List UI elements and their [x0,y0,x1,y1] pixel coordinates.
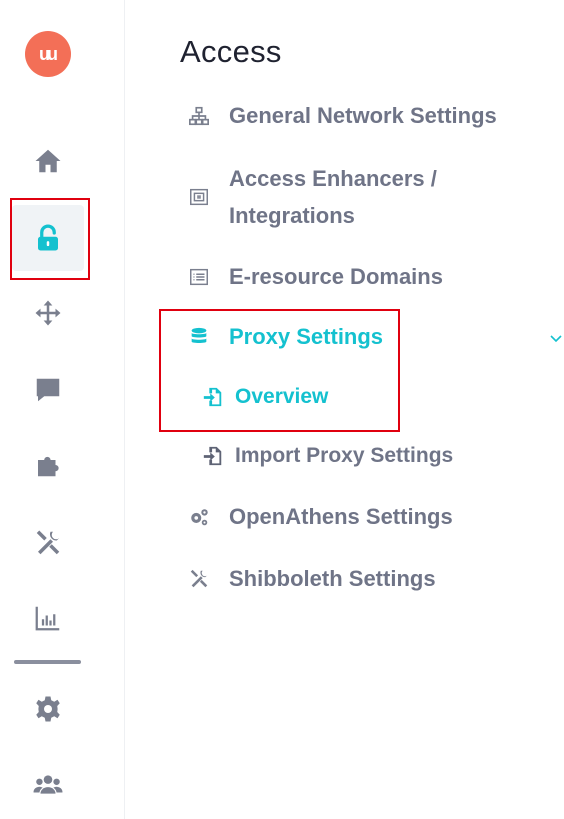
menu-label: E-resource Domains [229,264,443,289]
menu-label: Proxy Settings [229,324,384,349]
puzzle-icon [38,456,59,477]
menu-proxy-settings[interactable]: Proxy Settings [186,318,383,355]
submenu-overview[interactable]: Overview [200,378,328,415]
rail-home-button[interactable] [12,128,84,194]
rail-settings-button[interactable] [12,676,84,742]
menu-label: Access Enhancers / Integrations [229,166,437,228]
rail-analytics-button[interactable] [12,585,84,651]
database-icon [186,324,212,350]
menu-label: Overview [235,385,329,408]
menu-access-enhancers[interactable]: Access Enhancers / Integrations [186,160,479,234]
network-icon [186,103,212,129]
menu-label: Import Proxy Settings [235,444,454,467]
bar-chart-icon [35,606,60,631]
tools-icon [186,566,212,592]
move-arrows-icon [35,300,61,326]
menu-label: General Network Settings [229,103,497,128]
home-icon [35,149,61,173]
rail-users-button[interactable] [12,752,84,818]
menu-eresource-domains[interactable]: E-resource Domains [186,258,443,295]
lock-open-icon [38,224,58,251]
integration-frame-icon [186,184,212,210]
users-icon [33,775,63,794]
app-logo[interactable]: uu [25,31,71,77]
chevron-down-icon[interactable] [548,330,564,346]
menu-shibboleth-settings[interactable]: Shibboleth Settings [186,560,436,597]
rail-integrations-button[interactable] [12,432,84,498]
tools-icon [36,530,60,555]
gears-icon [186,504,212,530]
submenu-import-proxy-settings[interactable]: Import Proxy Settings [200,437,453,474]
rail-messages-button[interactable] [12,357,84,423]
rail-divider [14,660,81,664]
file-import-icon [200,443,226,469]
left-rail: uu [0,0,125,819]
menu-label: OpenAthens Settings [229,504,453,529]
list-icon [186,264,212,290]
menu-general-network-settings[interactable]: General Network Settings [186,97,497,134]
file-import-icon [200,384,226,410]
rail-tools-button[interactable] [12,510,84,576]
gear-icon [36,696,60,722]
logo-text-2: u [47,43,58,64]
menu-label: Shibboleth Settings [229,566,436,591]
menu-openathens-settings[interactable]: OpenAthens Settings [186,498,453,535]
chat-bubble-icon [36,378,60,402]
rail-move-button[interactable] [12,280,84,346]
rail-access-button[interactable] [12,205,84,271]
page-title: Access [180,34,282,69]
